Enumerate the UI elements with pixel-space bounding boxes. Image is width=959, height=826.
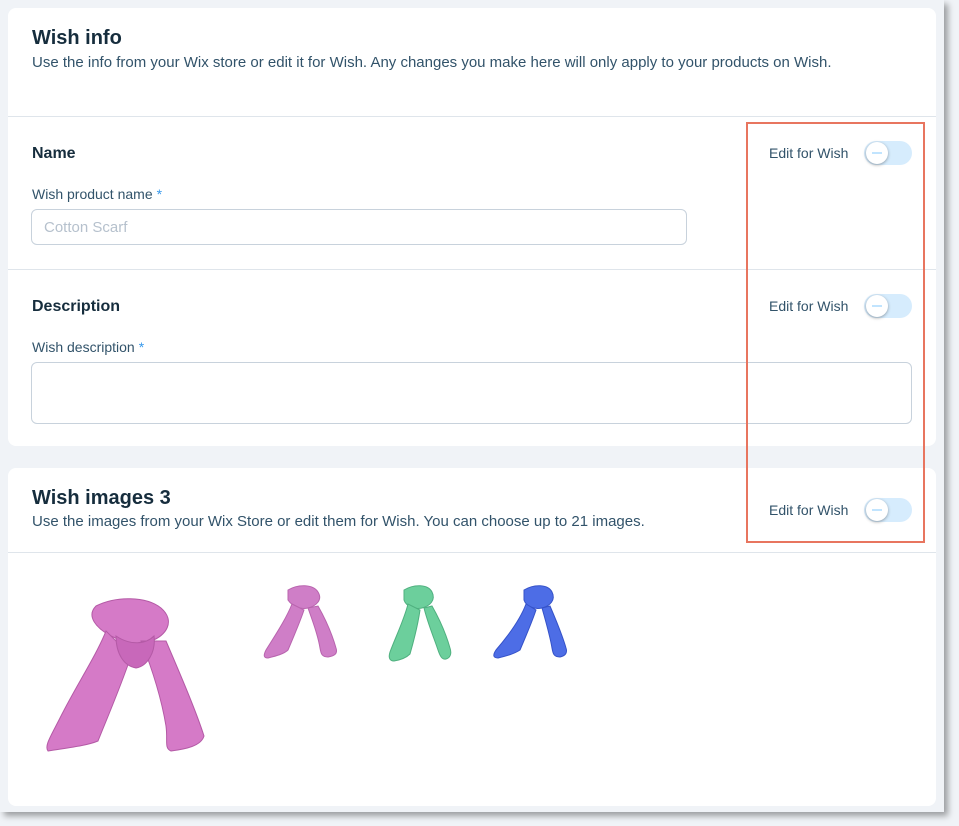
- divider: [8, 116, 936, 117]
- name-edit-for-wish-toggle[interactable]: [864, 141, 912, 165]
- wish-info-description: Use the info from your Wix store or edit…: [32, 54, 832, 71]
- description-edit-for-wish-label: Edit for Wish: [769, 298, 849, 314]
- name-edit-for-wish-label: Edit for Wish: [769, 145, 849, 161]
- wish-images-title: Wish images 3: [32, 487, 171, 509]
- description-heading: Description: [32, 298, 121, 315]
- wish-info-card: Wish info Use the info from your Wix sto…: [8, 8, 936, 446]
- wish-product-name-input[interactable]: Cotton Scarf: [31, 209, 687, 245]
- description-edit-for-wish-toggle[interactable]: [864, 294, 912, 318]
- required-asterisk: *: [156, 186, 163, 202]
- pink-scarf-main-image[interactable]: [36, 596, 206, 756]
- images-edit-for-wish-label: Edit for Wish: [769, 502, 849, 518]
- wish-product-name-label-text: Wish product name: [32, 186, 153, 202]
- wish-product-name-placeholder: Cotton Scarf: [44, 218, 128, 236]
- toggle-knob: [866, 142, 888, 164]
- name-heading: Name: [32, 145, 76, 162]
- wish-description-label-text: Wish description: [32, 339, 135, 355]
- wish-images-description: Use the images from your Wix Store or ed…: [32, 513, 645, 530]
- page-frame: Wish info Use the info from your Wix sto…: [0, 0, 944, 812]
- wish-info-title: Wish info: [32, 27, 122, 49]
- wish-images-card: Wish images 3 Use the images from your W…: [8, 468, 936, 806]
- wish-description-label: Wish description *: [32, 339, 144, 355]
- wish-product-name-label: Wish product name *: [32, 186, 162, 202]
- toggle-knob: [866, 295, 888, 317]
- divider: [8, 269, 936, 270]
- blue-scarf-image[interactable]: [486, 584, 568, 660]
- required-asterisk: *: [138, 339, 145, 355]
- green-scarf-image[interactable]: [382, 584, 452, 664]
- divider: [8, 552, 936, 553]
- pink-scarf-image[interactable]: [258, 584, 338, 660]
- toggle-knob: [866, 499, 888, 521]
- wish-description-textarea[interactable]: [31, 362, 912, 424]
- images-edit-for-wish-toggle[interactable]: [864, 498, 912, 522]
